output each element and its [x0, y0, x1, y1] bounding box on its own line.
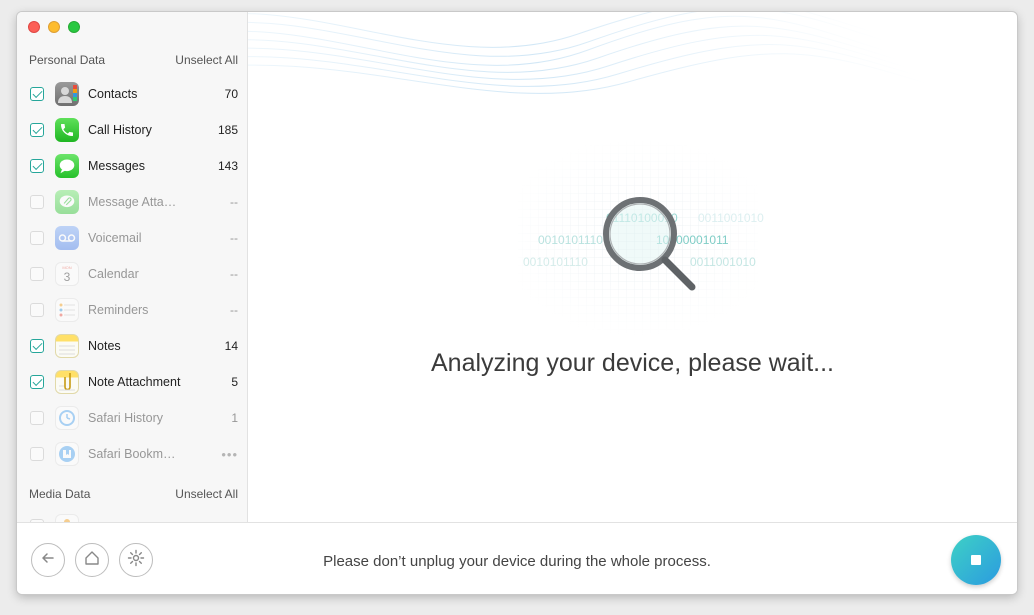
unselect-all-media-button[interactable]: Unselect All [175, 487, 238, 501]
sidebar-item-contacts[interactable]: Contacts 70 [17, 76, 247, 112]
binary-text: 0011001010 [690, 255, 756, 269]
app-window: Personal Data Unselect All Contacts 70 C… [17, 12, 1017, 594]
item-count: 5 [231, 375, 238, 389]
checkbox[interactable] [30, 411, 44, 425]
media-data-title: Media Data [29, 487, 91, 501]
sidebar-item-note-attachment[interactable]: Note Attachment 5 [17, 364, 247, 400]
checkbox[interactable] [30, 375, 44, 389]
sidebar-item-label: Voicemail [88, 231, 142, 245]
sidebar-item-label: Notes [88, 339, 121, 353]
sidebar-item-voicemail[interactable]: Voicemail -- [17, 220, 247, 256]
sidebar-item-calendar[interactable]: MON 3 Calendar -- [17, 256, 247, 292]
photos-icon [55, 514, 79, 522]
scanning-illustration: 01110100010 0010101110 10000001011 00101… [518, 137, 764, 337]
reminders-icon [55, 298, 79, 322]
sidebar-item-label: Safari History [88, 411, 164, 425]
stop-icon [971, 555, 981, 565]
sidebar-item-messages[interactable]: Messages 143 [17, 148, 247, 184]
safari-history-icon [55, 406, 79, 430]
checkbox[interactable] [30, 267, 44, 281]
sidebar-item-label: Note Attachment [88, 375, 181, 389]
sidebar-item-label: Contacts [88, 87, 138, 101]
checkbox[interactable] [30, 231, 44, 245]
sidebar-item-reminders[interactable]: Reminders -- [17, 292, 247, 328]
sidebar-item-notes[interactable]: Notes 14 [17, 328, 247, 364]
status-message: Analyzing your device, please wait... [431, 349, 834, 377]
loading-indicator: ••• [221, 446, 238, 462]
media-data-header: Media Data Unselect All [17, 484, 247, 504]
voicemail-icon [55, 226, 79, 250]
item-count: 185 [217, 123, 238, 137]
sidebar-item-safari-bookmark[interactable]: Safari Bookm… ••• [17, 436, 247, 472]
personal-data-header: Personal Data Unselect All [17, 50, 247, 70]
item-count: 70 [224, 87, 238, 101]
phone-icon [55, 118, 79, 142]
note-attachment-icon [55, 370, 79, 394]
messages-icon [55, 154, 79, 178]
footer-bar: Please don’t unplug your device during t… [17, 522, 1017, 594]
close-window-button[interactable] [28, 21, 40, 33]
sidebar: Personal Data Unselect All Contacts 70 C… [17, 12, 248, 522]
notes-icon [55, 334, 79, 358]
checkbox[interactable] [30, 159, 44, 173]
personal-data-title: Personal Data [29, 53, 106, 67]
binary-text: 0011001010 [698, 211, 764, 225]
sidebar-item-call-history[interactable]: Call History 185 [17, 112, 247, 148]
footer-notice: Please don’t unplug your device during t… [323, 553, 711, 570]
item-count: -- [230, 231, 238, 245]
safari-bookmark-icon [55, 442, 79, 466]
window-controls [28, 21, 80, 33]
stop-button[interactable] [951, 535, 1001, 585]
item-count: 14 [224, 339, 238, 353]
checkbox[interactable] [30, 303, 44, 317]
checkbox[interactable] [30, 87, 44, 101]
sidebar-item-label: Reminders [88, 303, 149, 317]
item-count: -- [230, 195, 238, 209]
unselect-all-personal-button[interactable]: Unselect All [175, 53, 238, 67]
checkbox[interactable] [30, 195, 44, 209]
sidebar-item-label: Call History [88, 123, 152, 137]
item-count: 1 [231, 411, 238, 425]
sidebar-item-label: Calendar [88, 267, 139, 281]
message-attachment-icon [55, 190, 79, 214]
item-count: -- [230, 303, 238, 317]
main-panel: 01110100010 0010101110 10000001011 00101… [248, 12, 1017, 522]
checkbox[interactable] [30, 447, 44, 461]
item-count: -- [230, 267, 238, 281]
sidebar-item-label: Safari Bookm… [88, 447, 176, 461]
sidebar-item-label: Messages [88, 159, 145, 173]
checkbox[interactable] [30, 339, 44, 353]
binary-text: 0010101110 [523, 255, 588, 269]
binary-text: 0010101110 [538, 233, 603, 247]
decorative-waves [248, 12, 929, 94]
sidebar-item-label: Message Atta… [88, 195, 177, 209]
contacts-icon [55, 82, 79, 106]
checkbox[interactable] [30, 123, 44, 137]
item-count: 143 [217, 159, 238, 173]
calendar-icon: MON 3 [55, 262, 79, 286]
sidebar-item-photos[interactable] [17, 508, 247, 522]
svg-text:3: 3 [64, 270, 71, 284]
minimize-window-button[interactable] [48, 21, 60, 33]
sidebar-item-message-attachment[interactable]: Message Atta… -- [17, 184, 247, 220]
maximize-window-button[interactable] [68, 21, 80, 33]
sidebar-item-safari-history[interactable]: Safari History 1 [17, 400, 247, 436]
